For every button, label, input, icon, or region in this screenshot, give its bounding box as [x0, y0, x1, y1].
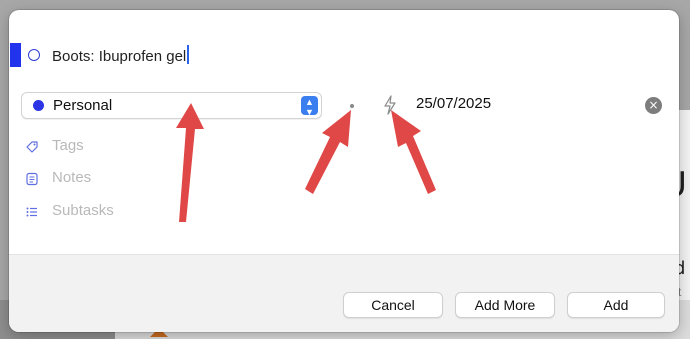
- text-caret: [187, 45, 190, 64]
- list-color-dot: [33, 100, 44, 111]
- add-more-button[interactable]: Add More: [455, 292, 555, 318]
- priority-dot-icon[interactable]: [350, 104, 354, 108]
- notes-icon: [26, 172, 38, 186]
- list-icon: [26, 207, 37, 217]
- chevron-up-down-icon[interactable]: ▲ ▼: [301, 96, 318, 117]
- subtasks-placeholder: Subtasks: [52, 202, 114, 219]
- add-button[interactable]: Add: [567, 292, 665, 318]
- list-select[interactable]: Personal ▲ ▼: [21, 92, 322, 119]
- close-icon[interactable]: ×: [645, 97, 662, 114]
- list-select-label: Personal: [53, 97, 113, 114]
- list-color-tab: [10, 43, 21, 67]
- notes-placeholder: Notes: [52, 169, 92, 186]
- tags-placeholder: Tags: [52, 137, 84, 154]
- circle-check-icon[interactable]: [28, 49, 40, 61]
- new-reminder-dialog: Boots: Ibuprofen gel Personal ▲ ▼ 25/07/2…: [9, 10, 679, 332]
- reminder-title-text: Boots: Ibuprofen gel: [52, 48, 187, 65]
- cancel-button[interactable]: Cancel: [343, 292, 443, 318]
- due-date-field[interactable]: 25/07/2025: [416, 95, 491, 112]
- tag-icon: [26, 141, 38, 153]
- bolt-icon[interactable]: [383, 95, 397, 115]
- reminder-title-field[interactable]: Boots: Ibuprofen gel: [52, 45, 190, 65]
